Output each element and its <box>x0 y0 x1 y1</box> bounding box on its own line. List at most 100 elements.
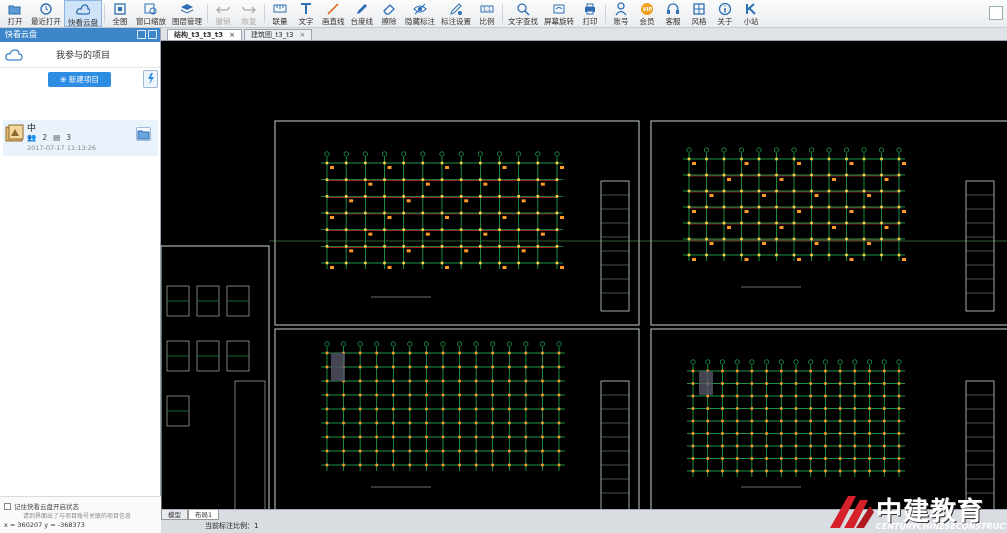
column-mark <box>440 245 444 248</box>
grid-axis-bubble <box>401 151 407 157</box>
toolbar-overflow-button[interactable] <box>989 6 1003 20</box>
toolbar-fit-view-button[interactable]: 全图 <box>107 0 133 27</box>
column-mark <box>440 195 444 198</box>
toolbar-eye-button[interactable]: 隐藏标注 <box>402 0 438 27</box>
annotation-mark <box>330 266 334 269</box>
grid-axis-bubble <box>390 341 396 347</box>
panel-float-button[interactable] <box>137 30 146 39</box>
panel-close-button[interactable] <box>148 30 157 39</box>
column-mark <box>325 421 329 425</box>
column-mark <box>845 253 848 257</box>
column-mark <box>765 444 768 448</box>
toolbar-eraser-button[interactable]: 擦除 <box>376 0 402 27</box>
close-icon[interactable]: × <box>229 30 235 40</box>
plus-circle-icon: ⊕ <box>60 75 69 84</box>
grid-axis-bubble <box>357 341 363 347</box>
toolbar-text-button[interactable]: 文字 <box>293 0 319 27</box>
grid-axis-bubble <box>793 359 799 365</box>
toolbar-separator <box>207 4 208 23</box>
column-mark <box>809 469 813 473</box>
toolbar-scale-button[interactable]: 1:1 比例 <box>474 0 500 27</box>
column-mark <box>882 407 886 410</box>
toolbar-layers-button[interactable]: 图层管理 <box>169 0 205 27</box>
toolbar-undo-button[interactable]: 撤销 <box>210 0 236 27</box>
cad-drawing[interactable] <box>161 41 1007 519</box>
column-mark <box>507 449 511 453</box>
column-mark <box>342 449 345 453</box>
annotation-mark <box>387 216 392 219</box>
toolbar-separator <box>264 4 265 23</box>
toolbar-clock-button[interactable]: 最近打开 <box>28 0 64 27</box>
annotation-mark <box>814 242 819 245</box>
layout-tab[interactable]: 布局1 <box>188 510 220 520</box>
grid-axis-bubble <box>867 359 873 365</box>
document-tab[interactable]: 结构_t3_t3_t3 × <box>167 29 243 40</box>
toolbar-pencil-button[interactable]: 台度线 <box>348 0 377 27</box>
pencil-icon <box>355 2 369 15</box>
toolbar-headset-button[interactable]: 客服 <box>660 0 686 27</box>
toolbar-info-button[interactable]: 关于 <box>712 0 738 27</box>
column-mark <box>868 407 871 410</box>
grid-axis-bubble <box>362 151 368 157</box>
remember-checkbox[interactable] <box>4 502 11 510</box>
column-mark <box>536 195 540 198</box>
toolbar-user-button[interactable]: 账号 <box>608 0 634 27</box>
column-mark <box>691 457 695 460</box>
column-mark <box>474 407 478 411</box>
column-mark <box>740 237 743 241</box>
column-mark <box>555 261 559 265</box>
layout-tab[interactable]: 模型 <box>161 510 188 520</box>
column-mark <box>458 365 461 369</box>
column-mark <box>358 449 362 453</box>
column-mark <box>862 189 866 193</box>
hatch-area <box>699 371 713 395</box>
annotation-mark <box>560 166 564 169</box>
column-mark <box>524 365 528 369</box>
project-list-item[interactable]: 中 👥 2 ▤ 3 2017-07-17 11:13:26 <box>3 120 158 156</box>
toolbar-vip-button[interactable]: VIP 会员 <box>634 0 660 27</box>
toolbar-palette-button[interactable]: 风格 <box>686 0 712 27</box>
column-mark <box>794 369 798 373</box>
column-mark <box>479 228 482 231</box>
toolbar-search-text-button[interactable]: 文字查找 <box>505 0 541 27</box>
column-mark <box>458 435 461 439</box>
toolbar-line-button[interactable]: 画直线 <box>319 0 348 27</box>
drawing-canvas[interactable] <box>161 41 1007 519</box>
measure-icon <box>273 2 287 15</box>
toolbar-folder-open-button[interactable]: 打开 <box>2 0 28 27</box>
column-mark <box>344 211 348 215</box>
column-mark <box>524 393 528 397</box>
toolbar-zoom-window-button[interactable]: 窗口缩放 <box>133 0 169 27</box>
refresh-button[interactable] <box>143 70 158 88</box>
column-mark <box>757 189 761 193</box>
column-mark <box>421 211 425 215</box>
close-icon[interactable]: × <box>299 30 305 40</box>
column-mark <box>458 351 461 355</box>
toolbar-printer-button[interactable]: 打印 <box>577 0 603 27</box>
toolbar-k-logo-button[interactable]: 小站 <box>738 0 764 27</box>
document-tab[interactable]: 建筑图_t3_t3 × <box>244 29 313 40</box>
column-mark <box>541 351 544 355</box>
cursor-coordinates: x = 360207 y = -368373 <box>4 521 85 529</box>
clock-icon <box>39 2 53 15</box>
column-mark <box>691 469 695 473</box>
column-mark <box>779 394 783 398</box>
annotation-mark <box>762 242 766 245</box>
toolbar-cloud-button[interactable]: 快看云盘 <box>64 0 102 27</box>
search-text-icon <box>516 2 530 16</box>
column-mark <box>897 157 901 161</box>
toolbar-rotate-screen-button[interactable]: 屏幕旋转 <box>541 0 577 27</box>
column-mark <box>721 457 724 460</box>
annotation-mark <box>387 166 392 169</box>
column-mark <box>408 449 412 453</box>
toolbar-annotation-settings-button[interactable]: 标注设置 <box>438 0 474 27</box>
toolbar-measure-button[interactable]: 联量 <box>267 0 293 27</box>
column-mark <box>344 161 348 165</box>
toolbar-redo-button[interactable]: 恢复 <box>236 0 262 27</box>
column-mark <box>344 245 348 248</box>
column-mark <box>325 393 329 397</box>
remember-option[interactable]: 记住快看云盘开启状态 <box>4 501 79 511</box>
open-project-folder-button[interactable] <box>136 127 151 141</box>
new-project-button[interactable]: ⊕ 新建项目 <box>48 72 111 87</box>
column-mark <box>375 351 379 355</box>
